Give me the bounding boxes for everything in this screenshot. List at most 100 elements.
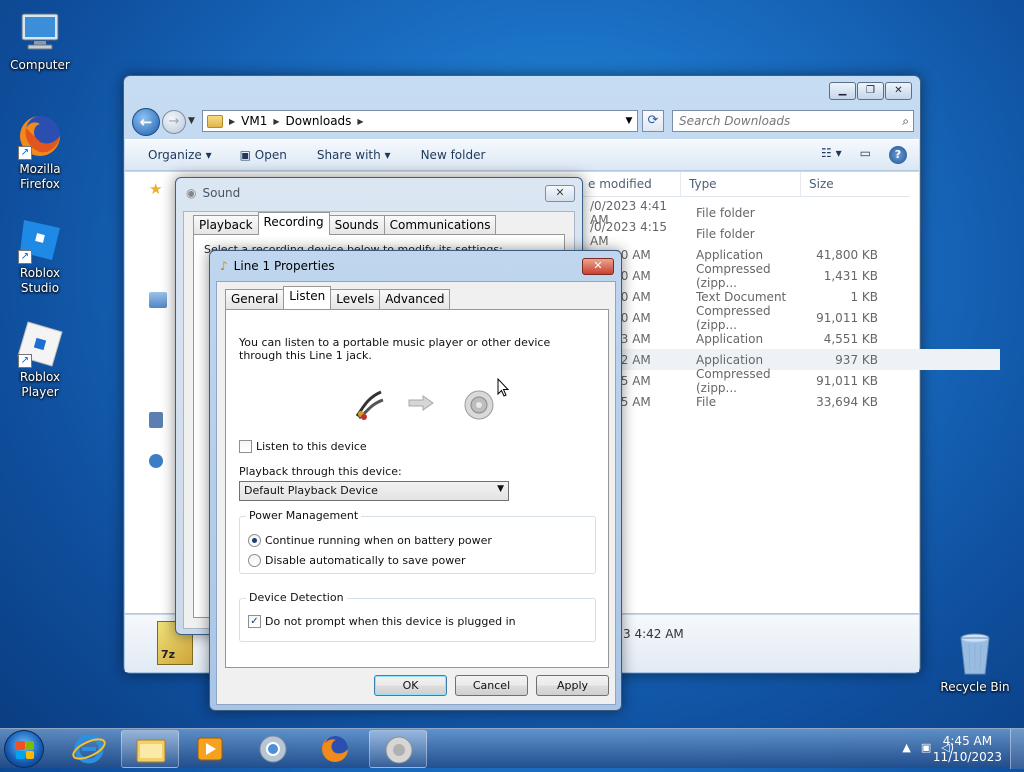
view-controls: ☷ ▾ ▭ ? (821, 146, 907, 164)
tab-communications[interactable]: Communications (383, 215, 497, 235)
desktop-icon-computer[interactable]: Computer (0, 8, 80, 73)
share-with-button[interactable]: Share with ▾ (317, 148, 391, 162)
libraries-icon[interactable] (149, 292, 167, 308)
column-date-modified[interactable]: e modified (580, 172, 680, 196)
tab-recording[interactable]: Recording (257, 212, 330, 235)
do-not-prompt-label: Do not prompt when this device is plugge… (265, 615, 516, 628)
tab-general[interactable]: General (225, 289, 285, 309)
ok-button[interactable]: OK (374, 675, 447, 696)
listen-checkbox[interactable]: Listen to this device (239, 440, 367, 453)
desktop-icon-label: Mozilla Firefox (19, 162, 61, 191)
search-icon[interactable]: ⌕ (902, 111, 909, 131)
desktop-icon-label: Roblox Studio (19, 266, 61, 295)
file-row[interactable]: 3 4:40 AMCompressed (zipp...91,011 KB (580, 304, 880, 332)
favorites-star-icon[interactable]: ★ (149, 180, 167, 198)
address-dropdown[interactable]: ▼ (621, 116, 637, 126)
column-type[interactable]: Type (680, 172, 800, 196)
help-icon[interactable]: ? (889, 146, 907, 164)
command-bar: Organize ▾ ▣ Open Share with ▾ New folde… (125, 139, 919, 171)
desktop-icon-roblox-studio[interactable]: ↗ Roblox Studio (0, 216, 80, 296)
checkbox-box[interactable] (239, 440, 252, 453)
roblox-player-icon: ↗ (16, 320, 64, 368)
show-desktop-button[interactable] (1010, 729, 1024, 769)
do-not-prompt-checkbox[interactable]: ✓ Do not prompt when this device is plug… (248, 615, 516, 628)
playback-device-label: Playback through this device: (239, 465, 402, 478)
tab-listen[interactable]: Listen (283, 286, 332, 309)
continue-running-radio[interactable]: Continue running when on battery power (248, 534, 492, 547)
chevron-down-icon: ▼ (497, 484, 504, 494)
taskbar-chrome[interactable] (244, 730, 302, 768)
line1-properties-dialog[interactable]: ♪ Line 1 Properties ✕ General Listen Lev… (209, 250, 622, 711)
network-icon[interactable]: ▣ (921, 741, 931, 754)
back-button[interactable]: ← (132, 108, 160, 136)
breadcrumb-downloads[interactable]: Downloads (286, 114, 352, 128)
show-hidden-icons-icon[interactable]: ▲ (902, 741, 910, 754)
close-button[interactable]: ✕ (885, 82, 912, 100)
search-input[interactable]: Search Downloads ⌕ (672, 110, 914, 132)
tab-sounds[interactable]: Sounds (328, 215, 385, 235)
minimize-button[interactable]: ▁ (829, 82, 856, 100)
taskbar: ▲ ▣ ◁) 4:45 AM 11/10/2023 (0, 728, 1024, 769)
taskbar-sound[interactable] (369, 730, 427, 768)
close-button[interactable]: ✕ (545, 185, 575, 202)
apply-button[interactable]: Apply (536, 675, 609, 696)
tab-levels[interactable]: Levels (330, 289, 381, 309)
column-size[interactable]: Size (800, 172, 880, 196)
desktop-icon-roblox-player[interactable]: ↗ Roblox Player (0, 320, 80, 400)
navigation-pane: ★ (125, 172, 175, 613)
desktop-icon-firefox[interactable]: ↗ Mozilla Firefox (0, 112, 80, 192)
taskbar-windows-explorer[interactable] (121, 730, 179, 768)
address-bar[interactable]: ▶ VM1 ▶ Downloads ▶ ▼ (202, 110, 638, 132)
file-row[interactable]: 3 4:33 AMApplication4,551 KB (580, 328, 880, 349)
tab-advanced[interactable]: Advanced (379, 289, 451, 309)
mouse-cursor-icon (497, 377, 510, 398)
taskbar-media-player[interactable] (182, 730, 240, 768)
taskbar-internet-explorer[interactable] (60, 730, 118, 768)
speaker-icon (385, 736, 413, 764)
file-row[interactable]: 3 4:15 AMCompressed (zipp...91,011 KB (580, 367, 880, 395)
cancel-button[interactable]: Cancel (455, 675, 528, 696)
desktop-icon-recycle-bin[interactable]: Recycle Bin (935, 630, 1015, 695)
computer-nav-icon[interactable] (149, 412, 163, 428)
breadcrumb-separator[interactable]: ▶ (229, 117, 235, 126)
taskbar-firefox[interactable] (306, 730, 364, 768)
radio-button[interactable] (248, 534, 261, 547)
change-view-icon[interactable]: ☷ ▾ (821, 146, 842, 164)
file-row[interactable]: /0/2023 4:15 AM File folder (580, 220, 880, 248)
disable-automatically-radio[interactable]: Disable automatically to save power (248, 554, 466, 567)
device-detection-group: Device Detection ✓ Do not prompt when th… (239, 591, 596, 642)
playback-device-select[interactable]: Default Playback Device ▼ (239, 481, 509, 501)
organize-button[interactable]: Organize ▾ (148, 148, 212, 162)
breadcrumb-separator[interactable]: ▶ (273, 117, 279, 126)
forward-button[interactable]: → (162, 110, 186, 134)
computer-icon (16, 8, 64, 56)
recent-pages-dropdown[interactable]: ▼ (188, 116, 195, 126)
checkbox-box-checked[interactable]: ✓ (248, 615, 261, 628)
new-folder-button[interactable]: New folder (421, 148, 486, 162)
window-controls: ▁ ❐ ✕ (829, 82, 912, 100)
windows-explorer-icon (136, 739, 166, 763)
dialog-title: Line 1 Properties (233, 259, 335, 273)
start-button[interactable] (4, 730, 44, 768)
row-type: File (696, 394, 717, 409)
folder-icon (207, 114, 223, 128)
file-row[interactable]: 3 4:15 AMFile33,694 KB (580, 391, 880, 412)
zip-label: 7z (161, 648, 176, 661)
network-nav-icon[interactable] (149, 454, 163, 468)
close-button[interactable]: ✕ (582, 258, 614, 275)
clock[interactable]: 4:45 AM 11/10/2023 (933, 733, 1002, 765)
chrome-icon (259, 735, 287, 763)
firefox-icon (322, 736, 348, 762)
open-button[interactable]: ▣ Open (240, 148, 287, 162)
breadcrumb-separator[interactable]: ▶ (357, 117, 363, 126)
row-type: File folder (696, 226, 755, 241)
breadcrumb-vm1[interactable]: VM1 (241, 114, 267, 128)
preview-pane-icon[interactable]: ▭ (860, 146, 871, 164)
tab-playback[interactable]: Playback (193, 215, 259, 235)
desktop-icon-label: Recycle Bin (940, 680, 1010, 694)
refresh-button[interactable]: ⟳ (642, 110, 664, 132)
sound-title-bar: ◉ Sound (186, 186, 240, 200)
file-row[interactable]: 3 4:40 AMCompressed (zipp...1,431 KB (580, 262, 880, 290)
radio-button[interactable] (248, 554, 261, 567)
maximize-button[interactable]: ❐ (857, 82, 884, 100)
